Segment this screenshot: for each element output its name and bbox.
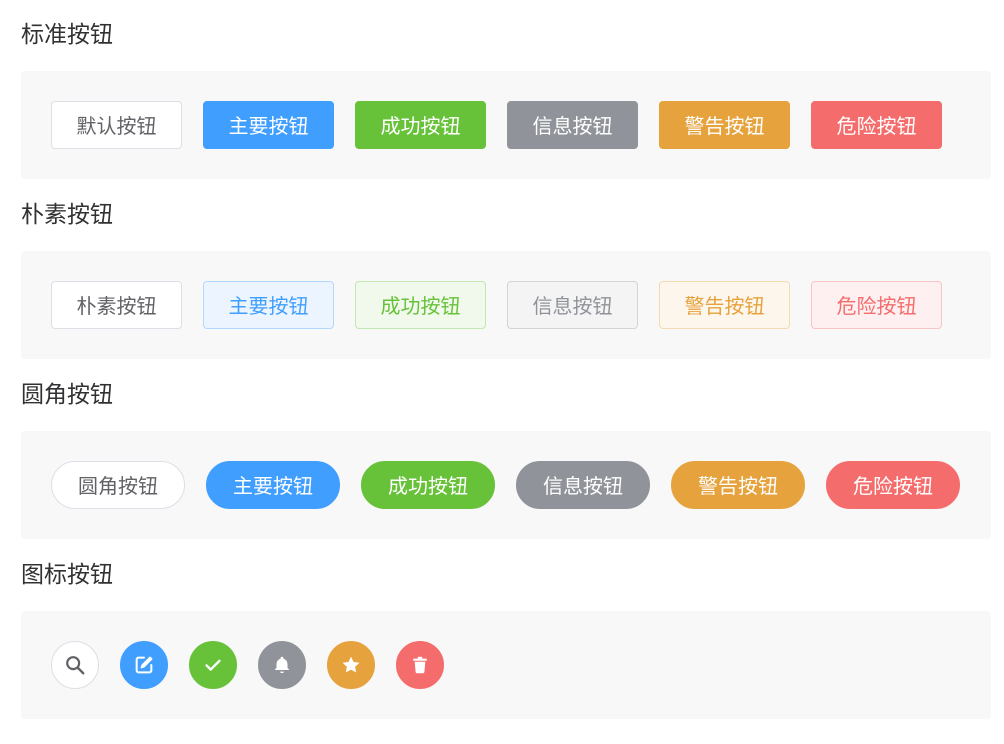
round-info-button[interactable]: 信息按钮 (516, 461, 650, 509)
edit-icon (135, 656, 153, 674)
plain-info-button[interactable]: 信息按钮 (507, 281, 638, 329)
round-primary-button[interactable]: 主要按钮 (206, 461, 340, 509)
star-icon (342, 656, 360, 673)
default-button[interactable]: 默认按钮 (51, 101, 182, 149)
success-button[interactable]: 成功按钮 (355, 101, 486, 149)
primary-button[interactable]: 主要按钮 (203, 101, 334, 149)
round-warning-button[interactable]: 警告按钮 (671, 461, 805, 509)
delete-icon (413, 656, 427, 674)
section-title-plain: 朴素按钮 (21, 202, 113, 228)
edit-button[interactable] (120, 641, 168, 689)
plain-warning-button[interactable]: 警告按钮 (659, 281, 790, 329)
plain-default-button[interactable]: 朴素按钮 (51, 281, 182, 329)
round-success-button[interactable]: 成功按钮 (361, 461, 495, 509)
round-buttons-panel: 圆角按钮 主要按钮 成功按钮 信息按钮 警告按钮 危险按钮 (21, 431, 991, 539)
round-danger-button[interactable]: 危险按钮 (826, 461, 960, 509)
search-button[interactable] (51, 641, 99, 689)
section-title-round: 圆角按钮 (21, 382, 113, 408)
danger-button[interactable]: 危险按钮 (811, 101, 942, 149)
icon-buttons-panel (21, 611, 991, 719)
check-icon (205, 659, 221, 671)
standard-buttons-panel: 默认按钮 主要按钮 成功按钮 信息按钮 警告按钮 危险按钮 (21, 71, 991, 179)
search-icon (66, 656, 85, 675)
round-default-button[interactable]: 圆角按钮 (51, 461, 185, 509)
star-button[interactable] (327, 641, 375, 689)
plain-danger-button[interactable]: 危险按钮 (811, 281, 942, 329)
warning-button[interactable]: 警告按钮 (659, 101, 790, 149)
info-button[interactable]: 信息按钮 (507, 101, 638, 149)
check-button[interactable] (189, 641, 237, 689)
bell-icon (274, 656, 290, 674)
plain-primary-button[interactable]: 主要按钮 (203, 281, 334, 329)
plain-buttons-panel: 朴素按钮 主要按钮 成功按钮 信息按钮 警告按钮 危险按钮 (21, 251, 991, 359)
section-title-standard: 标准按钮 (21, 22, 113, 48)
plain-success-button[interactable]: 成功按钮 (355, 281, 486, 329)
delete-button[interactable] (396, 641, 444, 689)
section-title-icon: 图标按钮 (21, 562, 113, 588)
bell-button[interactable] (258, 641, 306, 689)
